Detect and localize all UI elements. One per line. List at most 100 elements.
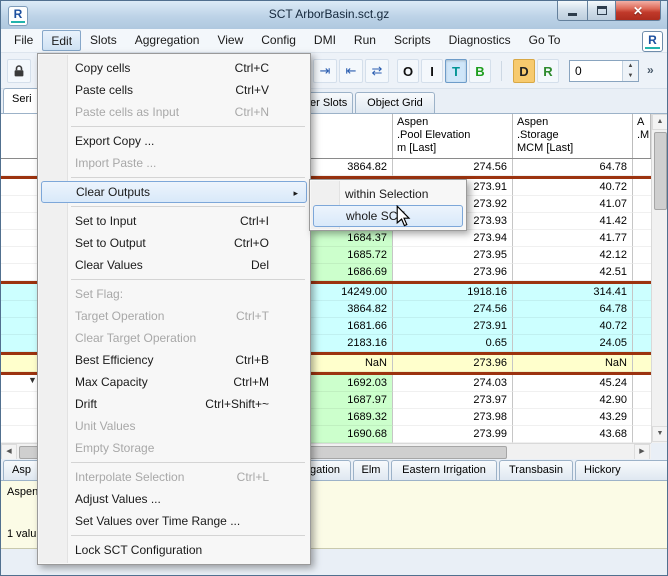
- table-cell[interactable]: [633, 196, 651, 213]
- table-cell[interactable]: [633, 426, 651, 443]
- table-cell[interactable]: 24.05: [513, 335, 633, 352]
- edit-menu-item-adjust-values[interactable]: Adjust Values ...: [39, 488, 309, 510]
- table-cell[interactable]: [633, 213, 651, 230]
- vertical-scrollbar[interactable]: ▲ ▼: [651, 114, 667, 443]
- table-cell[interactable]: 1918.16: [393, 284, 513, 301]
- edit-menu-item-drift[interactable]: DriftCtrl+Shift+~: [39, 393, 309, 415]
- scroll-up-icon[interactable]: ▲: [652, 114, 668, 130]
- column-header-pool-elevation[interactable]: Aspen .Pool Elevation m [Last]: [393, 114, 513, 158]
- spinbox-value[interactable]: 0: [570, 61, 622, 81]
- edit-menu-item-unit-values[interactable]: Unit Values: [39, 415, 309, 437]
- edit-menu-item-set-values-over-time-range[interactable]: Set Values over Time Range ...: [39, 510, 309, 532]
- table-cell[interactable]: 64.78: [513, 159, 633, 176]
- table-cell[interactable]: 273.94: [393, 230, 513, 247]
- flag-button-best-efficiency[interactable]: B: [469, 59, 491, 83]
- edit-menu-item-clear-outputs[interactable]: Clear Outputs▸: [41, 181, 307, 203]
- table-cell[interactable]: [633, 301, 651, 318]
- table-cell[interactable]: [633, 409, 651, 426]
- table-cell[interactable]: [633, 335, 651, 352]
- table-cell[interactable]: [633, 392, 651, 409]
- table-cell[interactable]: [633, 159, 651, 176]
- vertical-scroll-thumb[interactable]: [654, 132, 667, 210]
- edit-menu-item-copy-cells[interactable]: Copy cellsCtrl+C: [39, 57, 309, 79]
- submenu-item-whole-sct[interactable]: whole SCT: [313, 205, 463, 227]
- table-cell[interactable]: 42.51: [513, 264, 633, 281]
- edit-menu-item-empty-storage[interactable]: Empty Storage: [39, 437, 309, 459]
- flag-button-drift[interactable]: D: [513, 59, 535, 83]
- menubar-item-run[interactable]: Run: [345, 29, 385, 52]
- spin-down-icon[interactable]: ▼: [623, 71, 638, 81]
- edit-menu-item-max-capacity[interactable]: Max CapacityCtrl+M: [39, 371, 309, 393]
- edit-menu-item-paste-cells-as-input[interactable]: Paste cells as InputCtrl+N: [39, 101, 309, 123]
- menubar-item-edit[interactable]: Edit: [42, 30, 81, 51]
- flag-button-input[interactable]: I: [421, 59, 443, 83]
- table-cell[interactable]: 273.98: [393, 409, 513, 426]
- lock-button[interactable]: [7, 59, 31, 83]
- edit-menu-item-set-flag[interactable]: Set Flag:: [39, 283, 309, 305]
- edit-menu-item-interpolate-selection[interactable]: Interpolate SelectionCtrl+L: [39, 466, 309, 488]
- table-cell[interactable]: 273.99: [393, 426, 513, 443]
- table-cell[interactable]: 43.29: [513, 409, 633, 426]
- scroll-left-icon[interactable]: ◀: [1, 444, 17, 460]
- table-cell[interactable]: 273.91: [393, 318, 513, 335]
- value-spinbox[interactable]: 0 ▲ ▼: [569, 60, 639, 82]
- table-cell[interactable]: 40.72: [513, 318, 633, 335]
- object-tab-eastern-irrigation[interactable]: Eastern Irrigation: [391, 460, 497, 480]
- table-cell[interactable]: 41.77: [513, 230, 633, 247]
- edit-menu-item-set-to-input[interactable]: Set to InputCtrl+I: [39, 210, 309, 232]
- table-cell[interactable]: 42.12: [513, 247, 633, 264]
- table-cell[interactable]: [633, 264, 651, 281]
- scroll-down-icon[interactable]: ▼: [652, 426, 668, 442]
- edit-menu-item-clear-values[interactable]: Clear ValuesDel: [39, 254, 309, 276]
- table-cell[interactable]: [633, 318, 651, 335]
- table-cell[interactable]: 273.95: [393, 247, 513, 264]
- table-cell[interactable]: 273.97: [393, 392, 513, 409]
- table-cell[interactable]: [633, 179, 651, 196]
- menubar-item-dmi[interactable]: DMI: [305, 29, 345, 52]
- table-cell[interactable]: 64.78: [513, 301, 633, 318]
- table-cell[interactable]: 0.65: [393, 335, 513, 352]
- maximize-button[interactable]: [588, 1, 616, 21]
- menubar-item-file[interactable]: File: [5, 29, 42, 52]
- table-cell[interactable]: 314.41: [513, 284, 633, 301]
- spin-up-icon[interactable]: ▲: [623, 61, 638, 71]
- edit-menu-item-export-copy[interactable]: Export Copy ...: [39, 130, 309, 152]
- edit-menu-item-lock-sct-configuration[interactable]: Lock SCT Configuration: [39, 539, 309, 561]
- minimize-button[interactable]: [557, 1, 588, 21]
- table-cell[interactable]: [633, 230, 651, 247]
- table-cell[interactable]: [633, 247, 651, 264]
- table-cell[interactable]: 45.24: [513, 375, 633, 392]
- menubar-item-scripts[interactable]: Scripts: [385, 29, 440, 52]
- riverware-logo-icon[interactable]: R: [8, 6, 28, 26]
- object-tab-hickory[interactable]: Hickory: [575, 460, 668, 480]
- table-cell[interactable]: [633, 375, 651, 392]
- flag-button-rules[interactable]: R: [537, 59, 559, 83]
- table-cell[interactable]: 41.42: [513, 213, 633, 230]
- titlebar[interactable]: R SCT ArborBasin.sct.gz ✕: [1, 1, 667, 30]
- menubar-item-diagnostics[interactable]: Diagnostics: [440, 29, 520, 52]
- edit-menu-item-best-efficiency[interactable]: Best EfficiencyCtrl+B: [39, 349, 309, 371]
- table-cell[interactable]: 273.96: [393, 264, 513, 281]
- object-tab-transbasin[interactable]: Transbasin: [499, 460, 573, 480]
- table-cell[interactable]: 41.07: [513, 196, 633, 213]
- goto-prev-icon-button[interactable]: ⇤: [339, 59, 363, 83]
- edit-menu-item-set-to-output[interactable]: Set to OutputCtrl+O: [39, 232, 309, 254]
- table-cell[interactable]: 42.90: [513, 392, 633, 409]
- swap-view-icon-button[interactable]: ⇄: [365, 59, 389, 83]
- submenu-item-within-selection[interactable]: within Selection: [311, 183, 465, 205]
- edit-menu-item-paste-cells[interactable]: Paste cellsCtrl+V: [39, 79, 309, 101]
- scroll-right-icon[interactable]: ▶: [634, 444, 650, 460]
- column-header-storage[interactable]: Aspen .Storage MCM [Last]: [513, 114, 633, 158]
- table-cell[interactable]: NaN: [513, 355, 633, 372]
- edit-menu-item-clear-target-operation[interactable]: Clear Target Operation: [39, 327, 309, 349]
- riverware-toolbar-logo-icon[interactable]: R: [642, 31, 663, 52]
- edit-menu-item-import-paste[interactable]: Import Paste ...: [39, 152, 309, 174]
- goto-next-icon-button[interactable]: ⇥: [313, 59, 337, 83]
- column-header-clipped[interactable]: A .M: [633, 114, 651, 158]
- table-cell[interactable]: 274.56: [393, 159, 513, 176]
- menubar-item-slots[interactable]: Slots: [81, 29, 126, 52]
- table-cell[interactable]: 274.56: [393, 301, 513, 318]
- table-cell[interactable]: 43.68: [513, 426, 633, 443]
- close-button[interactable]: ✕: [616, 1, 661, 21]
- table-cell[interactable]: [633, 284, 651, 301]
